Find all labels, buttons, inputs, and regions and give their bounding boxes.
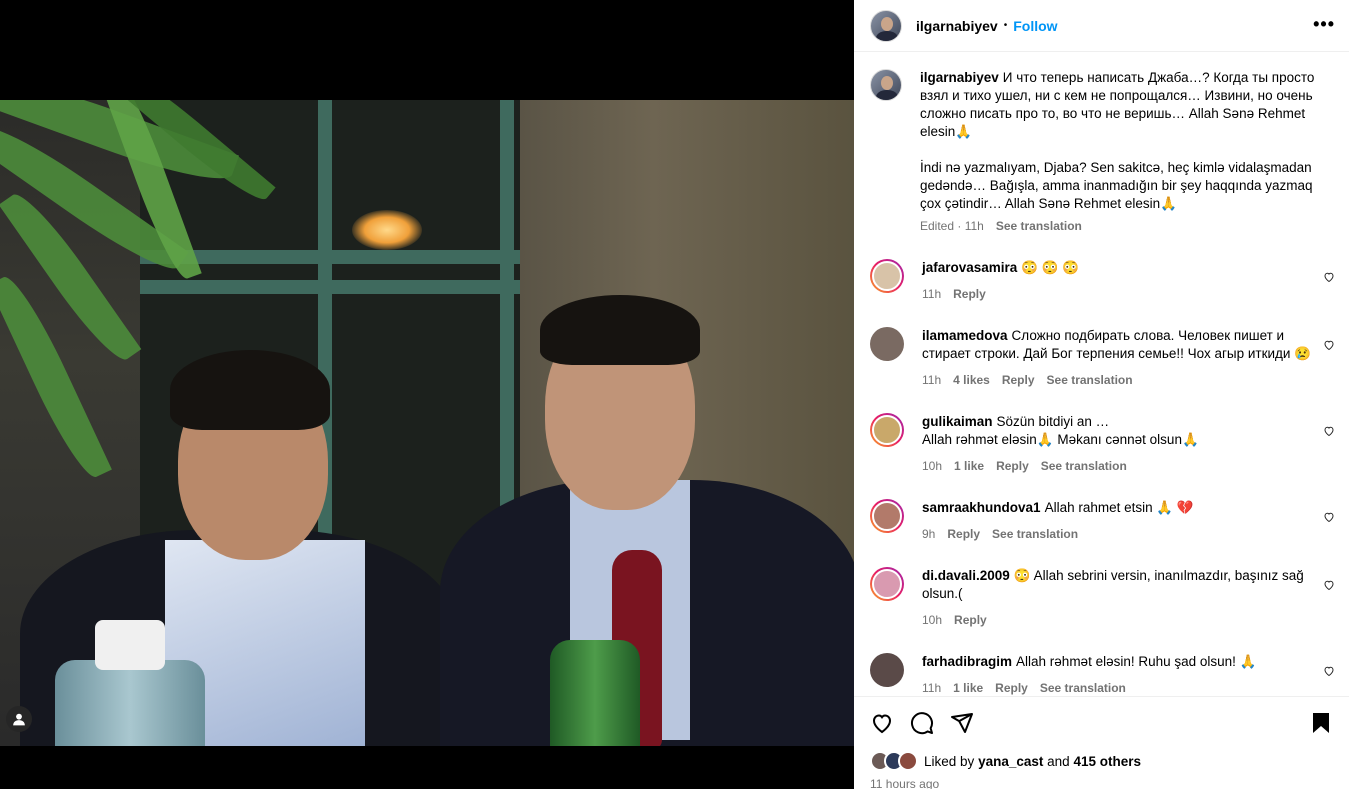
liked-by-user[interactable]: yana_cast	[978, 754, 1043, 769]
post-header: ilgarnabiyev • Follow •••	[854, 0, 1349, 52]
comment-text: Allah rahmet etsin 🙏 💔	[1044, 500, 1194, 515]
comment-like-icon[interactable]	[1323, 339, 1335, 351]
comment-username[interactable]: samraakhundova1	[922, 500, 1041, 515]
post-caption: ilgarnabiyev И что теперь написать Джаба……	[854, 53, 1349, 235]
author-avatar[interactable]	[870, 9, 902, 42]
author-avatar[interactable]	[870, 69, 902, 101]
comment-time: 9h	[922, 527, 936, 541]
comment-item: farhadibragim Allah rəhmət eləsin! Ruhu ş…	[854, 653, 1349, 696]
more-options-icon[interactable]: •••	[1313, 14, 1335, 35]
post-panel: ilgarnabiyev • Follow ••• ilgarnabiyev И …	[854, 0, 1349, 789]
liker-avatar[interactable]	[898, 751, 918, 771]
comment-text: 😳 😳 😳	[1021, 260, 1080, 275]
user-tag-icon[interactable]	[6, 706, 32, 732]
comment-like-icon[interactable]	[1323, 271, 1335, 283]
post-actions: Liked by yana_cast and 415 others 11 hou…	[854, 696, 1349, 789]
comment-item: gulikaiman Sözün bitdiyi an … Allah rəhmə…	[854, 413, 1349, 475]
separator-dot: •	[1003, 20, 1008, 31]
commenter-avatar[interactable]	[870, 327, 904, 361]
see-translation-link[interactable]: See translation	[996, 217, 1082, 235]
comment-username[interactable]: di.davali.2009	[922, 568, 1010, 583]
comment-time: 10h	[922, 459, 943, 473]
and-word: and	[1047, 753, 1070, 769]
comment-time: 11h	[922, 373, 942, 387]
comment-like-icon[interactable]	[1323, 665, 1335, 677]
see-translation-link[interactable]: See translation	[992, 525, 1078, 543]
post-photo	[0, 100, 854, 746]
caption-edited-time: Edited · 11h	[920, 219, 984, 233]
commenter-avatar[interactable]	[870, 259, 904, 293]
reply-button[interactable]: Reply	[953, 285, 986, 303]
bookmark-icon[interactable]	[1309, 711, 1333, 735]
comment-time: 11h	[922, 681, 942, 695]
heart-icon[interactable]	[870, 711, 894, 735]
reply-button[interactable]: Reply	[947, 525, 980, 543]
comment-item: jafarovasamira 😳 😳 😳 11h Reply	[854, 259, 1349, 303]
comment-username[interactable]: jafarovasamira	[922, 260, 1017, 275]
comment-like-icon[interactable]	[1323, 579, 1335, 591]
see-translation-link[interactable]: See translation	[1040, 679, 1126, 696]
caption-username[interactable]: ilgarnabiyev	[920, 70, 999, 85]
commenter-avatar[interactable]	[870, 499, 904, 533]
reply-button[interactable]: Reply	[1002, 371, 1035, 389]
comment-item: di.davali.2009 😳 Allah sebrini versin, in…	[854, 567, 1349, 629]
comment-username[interactable]: farhadibragim	[922, 654, 1012, 669]
reply-button[interactable]: Reply	[995, 679, 1028, 696]
bottle	[55, 660, 205, 746]
comment-likes[interactable]: 1 like	[954, 457, 984, 475]
comment-text: Allah rəhmət eləsin! Ruhu şad olsun! 🙏	[1016, 654, 1257, 669]
likes-others[interactable]: 415 others	[1073, 754, 1141, 769]
see-translation-link[interactable]: See translation	[1047, 371, 1133, 389]
comment-likes[interactable]: 1 like	[953, 679, 983, 696]
likes-summary: Liked by yana_cast and 415 others	[870, 751, 1333, 771]
commenter-avatar[interactable]	[870, 413, 904, 447]
post-time[interactable]: 11 hours ago	[870, 777, 1333, 789]
comment-time: 10h	[922, 613, 943, 627]
likes-text[interactable]: Liked by yana_cast and 415 others	[924, 754, 1141, 769]
comment-item: samraakhundova1 Allah rahmet etsin 🙏 💔 9h…	[854, 499, 1349, 543]
person-left-hair	[170, 350, 330, 430]
commenter-avatar[interactable]	[870, 653, 904, 687]
comment-item: ilamamedova Сложно подбирать слова. Челов…	[854, 327, 1349, 389]
bottle	[550, 640, 640, 746]
reply-button[interactable]: Reply	[954, 611, 987, 629]
commenter-avatar[interactable]	[870, 567, 904, 601]
lamp-reflection	[352, 210, 422, 250]
comments-list[interactable]: ilgarnabiyev И что теперь написать Джаба……	[854, 53, 1349, 696]
comment-username[interactable]: gulikaiman	[922, 414, 993, 429]
comment-like-icon[interactable]	[1323, 511, 1335, 523]
author-username[interactable]: ilgarnabiyev	[916, 18, 998, 34]
liked-by-prefix: Liked by	[924, 753, 975, 769]
reply-button[interactable]: Reply	[996, 457, 1029, 475]
comment-like-icon[interactable]	[1323, 425, 1335, 437]
comment-username[interactable]: ilamamedova	[922, 328, 1008, 343]
bottle-cap	[95, 620, 165, 670]
see-translation-link[interactable]: See translation	[1041, 457, 1127, 475]
follow-button[interactable]: Follow	[1013, 18, 1057, 34]
comment-likes[interactable]: 4 likes	[953, 371, 990, 389]
window-frame	[140, 280, 520, 294]
caption-body: ilgarnabiyev И что теперь написать Джаба……	[920, 69, 1333, 213]
post-media[interactable]	[0, 0, 854, 789]
comment-time: 11h	[922, 287, 942, 301]
comment-icon[interactable]	[910, 711, 934, 735]
caption-text: И что теперь написать Джаба…? Когда ты п…	[920, 70, 1315, 211]
share-icon[interactable]	[950, 711, 974, 735]
person-right-hair	[540, 295, 700, 365]
